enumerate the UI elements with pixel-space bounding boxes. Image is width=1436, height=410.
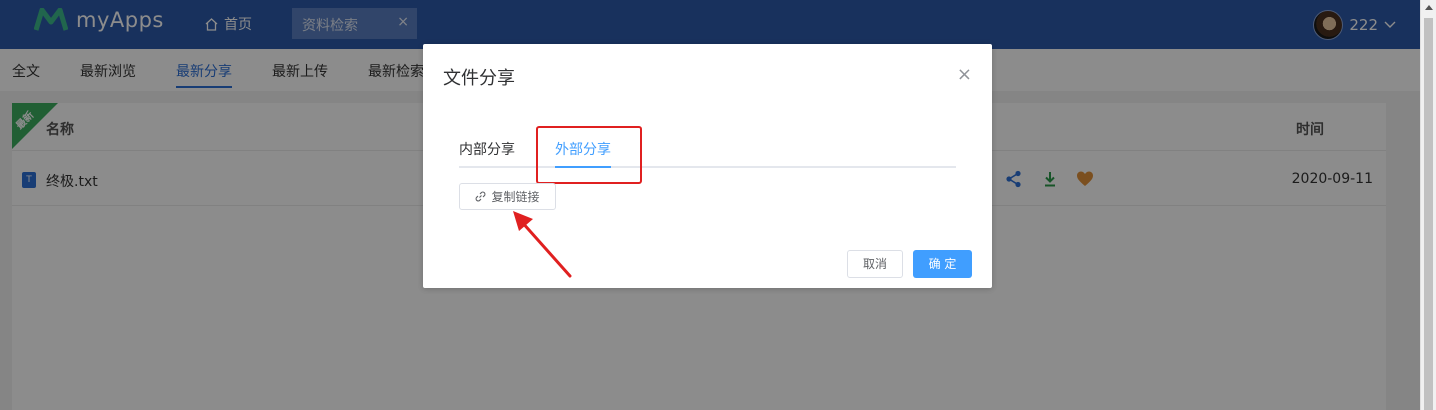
cancel-button[interactable]: 取消	[847, 250, 903, 278]
close-icon[interactable]: ×	[957, 64, 972, 85]
share-tabs: 内部分享 外部分享	[459, 126, 956, 168]
scroll-thumb[interactable]	[1424, 18, 1433, 410]
annotation-highlight-box	[536, 126, 642, 184]
annotation-arrow-icon	[513, 211, 572, 278]
scroll-up-icon[interactable]	[1425, 5, 1433, 10]
dialog-title: 文件分享	[443, 68, 515, 89]
page-scrollbar[interactable]	[1420, 0, 1436, 410]
confirm-button[interactable]: 确 定	[913, 250, 972, 278]
tab-internal-share[interactable]: 内部分享	[459, 139, 515, 159]
link-icon	[476, 191, 486, 202]
copy-link-label: 复制链接	[491, 190, 540, 204]
